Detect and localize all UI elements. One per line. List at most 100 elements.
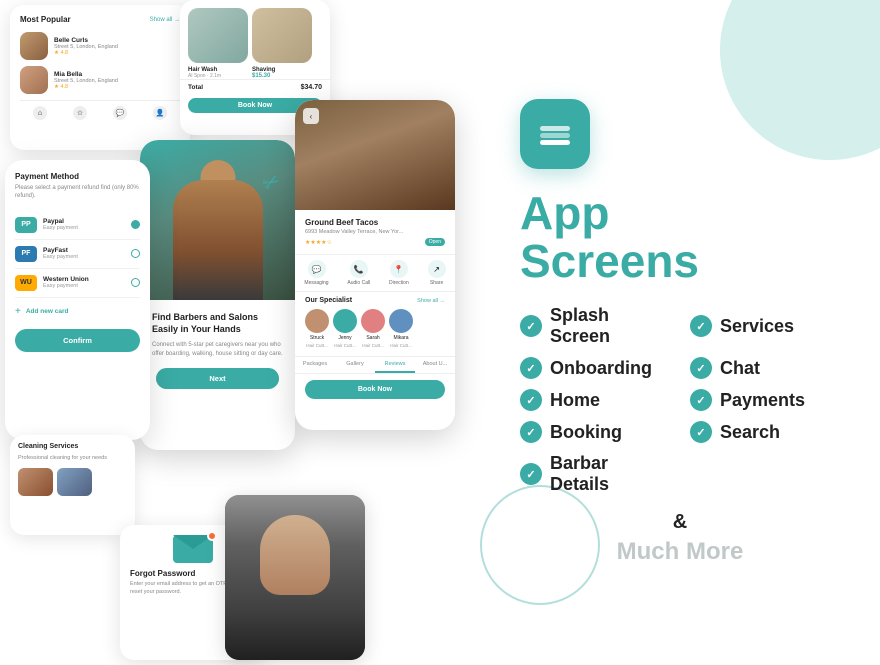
screen-payment: Payment Method Please select a payment r…: [5, 160, 150, 440]
detail-stars: ★★★★☆: [305, 239, 332, 246]
app-title: App Screens: [520, 189, 699, 286]
hair-service-item-2: Shaving $15.30: [252, 67, 312, 79]
action-direction[interactable]: 📍 Direction: [389, 260, 409, 286]
feature-label-splash: Splash Screen: [550, 305, 670, 347]
spec-sub-2: Hair Cutt...: [334, 343, 356, 348]
payment-payfast[interactable]: PF PayFast Easy payment: [15, 240, 140, 269]
nav-chat-icon[interactable]: 💬: [113, 106, 127, 120]
spec-avatar-3: [361, 309, 385, 333]
wu-icon: WU: [15, 275, 37, 291]
feature-label-booking: Booking: [550, 422, 622, 443]
detail-info: Ground Beef Tacos 6993 Meadow Valley Ter…: [295, 210, 455, 254]
messaging-icon: 💬: [308, 260, 326, 278]
spec-sub-3: Hair Cutt...: [362, 343, 384, 348]
confirm-button[interactable]: Confirm: [15, 329, 140, 352]
app-title-line2: Screens: [520, 235, 699, 287]
tab-packages[interactable]: Packages: [295, 357, 335, 373]
screen-barber-detail: ‹ Ground Beef Tacos 6993 Meadow Valley T…: [295, 100, 455, 430]
tab-about[interactable]: About U...: [415, 357, 455, 373]
hair-service-item-1: Hair Wash Al Spon · 2.1m: [188, 67, 248, 79]
barber-info-2: Mia Bella Street 5, London, England ★ 4.…: [54, 71, 118, 90]
screen-barber-photo: [225, 495, 365, 660]
check-onboarding-icon: [520, 357, 542, 379]
action-messaging-label: Messaging: [304, 280, 328, 286]
feature-services: Services: [690, 305, 840, 347]
barber-silhouette: [173, 180, 263, 300]
specialist-1[interactable]: Struck Hair Cutt...: [305, 309, 329, 348]
right-panel: App Screens Splash Screen Services Onboa…: [470, 0, 880, 665]
add-card-row[interactable]: + Add new card: [15, 306, 140, 317]
check-booking-icon: [520, 421, 542, 443]
most-popular-show-all[interactable]: Show all →: [150, 17, 180, 23]
barber-body: [173, 180, 263, 300]
paypal-radio[interactable]: [131, 220, 140, 229]
payfast-name: PayFast: [43, 247, 78, 254]
barber-info-1: Belle Curls Street 5, London, England ★ …: [54, 37, 118, 56]
barber-name-1: Belle Curls: [54, 37, 118, 44]
next-button[interactable]: Next: [156, 368, 279, 389]
app-icon-box: [520, 99, 590, 169]
nav-home-icon[interactable]: ⌂: [33, 106, 47, 120]
action-messaging[interactable]: 💬 Messaging: [304, 260, 328, 286]
tab-reviews[interactable]: Reviews: [375, 357, 415, 373]
most-popular-title: Most Popular: [20, 15, 71, 24]
feature-barbar-details: Barbar Details: [520, 453, 670, 495]
screen-most-popular: Most Popular Show all → Belle Curls Stre…: [10, 5, 190, 150]
action-audio[interactable]: 📞 Audio Call: [347, 260, 370, 286]
tab-gallery[interactable]: Gallery: [335, 357, 375, 373]
payment-subtitle: Please select a payment refund find (onl…: [15, 184, 140, 201]
specialist-4[interactable]: Mikara Hair Cutt...: [389, 309, 413, 348]
payment-paypal[interactable]: PP Paypal Easy payment: [15, 211, 140, 240]
email-envelope-icon: [173, 535, 213, 563]
hair-service-price-2: $15.30: [252, 73, 312, 79]
notif-header: Cleaning Services: [18, 443, 127, 450]
nav-bookmark-icon[interactable]: ☆: [73, 106, 87, 120]
barber-item-1[interactable]: Belle Curls Street 5, London, England ★ …: [20, 32, 180, 60]
wu-name: Western Union: [43, 276, 89, 283]
action-direction-label: Direction: [389, 280, 409, 286]
share-icon: ↗: [428, 260, 446, 278]
total-label: Total: [188, 84, 203, 91]
payment-wu[interactable]: WU Western Union Easy payment: [15, 269, 140, 298]
back-button[interactable]: ‹: [303, 108, 319, 124]
paypal-name: Paypal: [43, 218, 78, 225]
specialist-2[interactable]: Jenny Hair Cutt...: [333, 309, 357, 348]
notif-images: [18, 468, 127, 496]
specialist-3[interactable]: Sarah Hair Cutt...: [361, 309, 385, 348]
book-now-button-detail[interactable]: Book Now: [305, 380, 445, 399]
email-notification-dot: [207, 531, 217, 541]
feature-search: Search: [690, 421, 840, 443]
specialist-show-all[interactable]: Show all →: [417, 298, 445, 304]
open-badge: Open: [425, 238, 445, 246]
spec-avatar-2: [333, 309, 357, 333]
feature-payments: Payments: [690, 389, 840, 411]
wu-radio[interactable]: [131, 278, 140, 287]
spec-avatar-1: [305, 309, 329, 333]
plus-icon: +: [15, 306, 21, 317]
barber-avatar-2: [20, 66, 48, 94]
check-barbar-icon: [520, 463, 542, 485]
paypal-icon: PP: [15, 217, 37, 233]
ampersand-row: &: [520, 511, 840, 534]
feature-label-services: Services: [720, 316, 794, 337]
payfast-icon: PF: [15, 246, 37, 262]
feature-label-onboarding: Onboarding: [550, 358, 652, 379]
payfast-radio[interactable]: [131, 249, 140, 258]
spec-sub-1: Hair Cutt...: [306, 343, 328, 348]
spec-name-1: Struck: [310, 335, 324, 341]
action-share[interactable]: ↗ Share: [428, 260, 446, 286]
direction-icon: 📍: [390, 260, 408, 278]
spec-sub-4: Hair Cutt...: [390, 343, 412, 348]
nav-profile-icon[interactable]: 👤: [153, 106, 167, 120]
features-grid: Splash Screen Services Onboarding Chat H…: [520, 305, 840, 495]
notif-img-1: [18, 468, 53, 496]
much-more-text: Much More: [520, 538, 840, 566]
feature-splash-screen: Splash Screen: [520, 305, 670, 347]
barber-name-2: Mia Bella: [54, 71, 118, 78]
check-search-icon: [690, 421, 712, 443]
detail-barber-name: Ground Beef Tacos: [305, 218, 445, 227]
detail-hero-image: ‹: [295, 100, 455, 210]
check-splash-icon: [520, 315, 542, 337]
barber-item-2[interactable]: Mia Bella Street 5, London, England ★ 4.…: [20, 66, 180, 94]
feature-label-chat: Chat: [720, 358, 760, 379]
